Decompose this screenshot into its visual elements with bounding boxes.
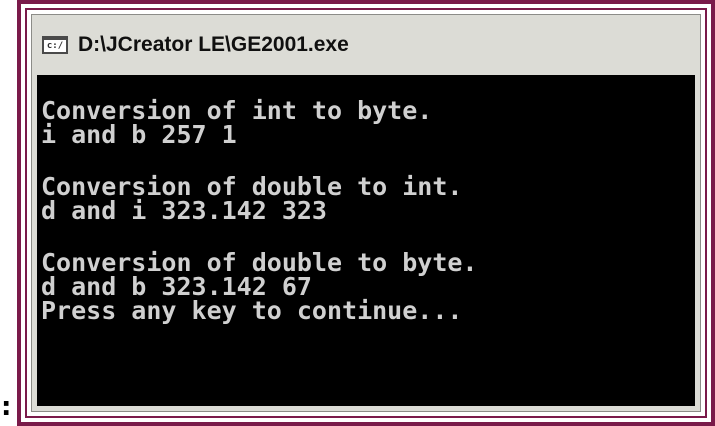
image-frame-inner: c:/ D:\JCreator LE\GE2001.exe Conversion… [25,8,707,418]
console-line: d and i 323.142 323 [41,196,327,225]
console-output[interactable]: Conversion of int to byte. i and b 257 1… [37,75,695,406]
console-prompt-line: Press any key to continue... [41,296,463,325]
window-title: D:\JCreator LE\GE2001.exe [78,33,349,56]
console-window-icon[interactable]: c:/ [42,36,68,54]
page-colon: : [1,392,12,422]
console-icon-glyph: c:/ [46,40,64,51]
title-bar[interactable]: c:/ D:\JCreator LE\GE2001.exe [32,15,700,75]
image-frame: c:/ D:\JCreator LE\GE2001.exe Conversion… [17,0,715,426]
console-window[interactable]: c:/ D:\JCreator LE\GE2001.exe Conversion… [31,14,701,412]
console-line: i and b 257 1 [41,120,237,149]
